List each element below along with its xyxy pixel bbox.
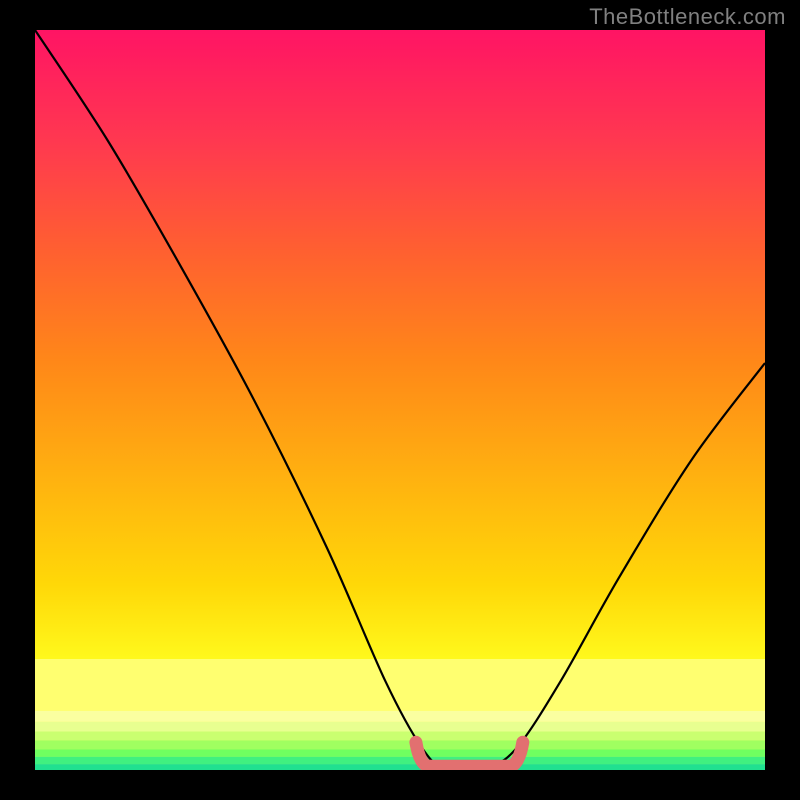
bottleneck-curve xyxy=(35,30,765,770)
plot-area xyxy=(35,30,765,770)
chart-container: TheBottleneck.com xyxy=(0,0,800,800)
watermark-text: TheBottleneck.com xyxy=(589,4,786,30)
